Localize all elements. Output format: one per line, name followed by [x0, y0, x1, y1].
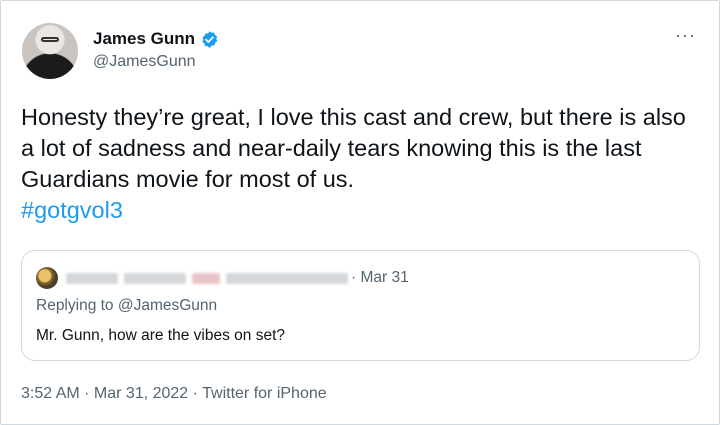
quoted-author-avatar: [36, 267, 58, 289]
meta-separator: ·: [188, 385, 203, 402]
tweet-text: Honesty they’re great, I love this cast …: [21, 102, 701, 226]
replying-prefix: Replying to: [36, 297, 118, 314]
blurred-name: [66, 273, 118, 284]
tweet-meta: 3:52 AM · Mar 31, 2022 · Twitter for iPh…: [21, 385, 327, 403]
replying-to-line: Replying to @JamesGunn: [36, 297, 217, 315]
more-options-icon[interactable]: ···: [675, 25, 696, 46]
tweet-time[interactable]: 3:52 AM: [21, 385, 80, 402]
blurred-emoji: [192, 273, 220, 284]
tweet-source[interactable]: Twitter for iPhone: [202, 385, 327, 402]
author-display-name[interactable]: James Gunn: [93, 29, 195, 49]
meta-separator: ·: [79, 385, 94, 402]
author-name-row: James Gunn: [93, 29, 219, 49]
tweet-date[interactable]: Mar 31, 2022: [94, 385, 188, 402]
author-handle[interactable]: @JamesGunn: [93, 53, 196, 71]
replying-mention[interactable]: @JamesGunn: [118, 297, 217, 314]
tweet-card: James Gunn @JamesGunn ··· Honesty they’r…: [0, 0, 720, 425]
blurred-name: [124, 273, 186, 284]
glasses-detail: [41, 37, 59, 42]
tweet-body: Honesty they’re great, I love this cast …: [21, 104, 686, 192]
quoted-text: Mr. Gunn, how are the vibes on set?: [36, 327, 285, 344]
verified-badge-icon: [202, 30, 218, 48]
quoted-date: · Mar 31: [351, 269, 409, 286]
quoted-tweet[interactable]: · Mar 31 Replying to @JamesGunn Mr. Gunn…: [21, 250, 700, 361]
hashtag-link[interactable]: #gotgvol3: [21, 197, 123, 223]
author-avatar[interactable]: [22, 23, 78, 79]
blurred-handle: [226, 273, 348, 284]
